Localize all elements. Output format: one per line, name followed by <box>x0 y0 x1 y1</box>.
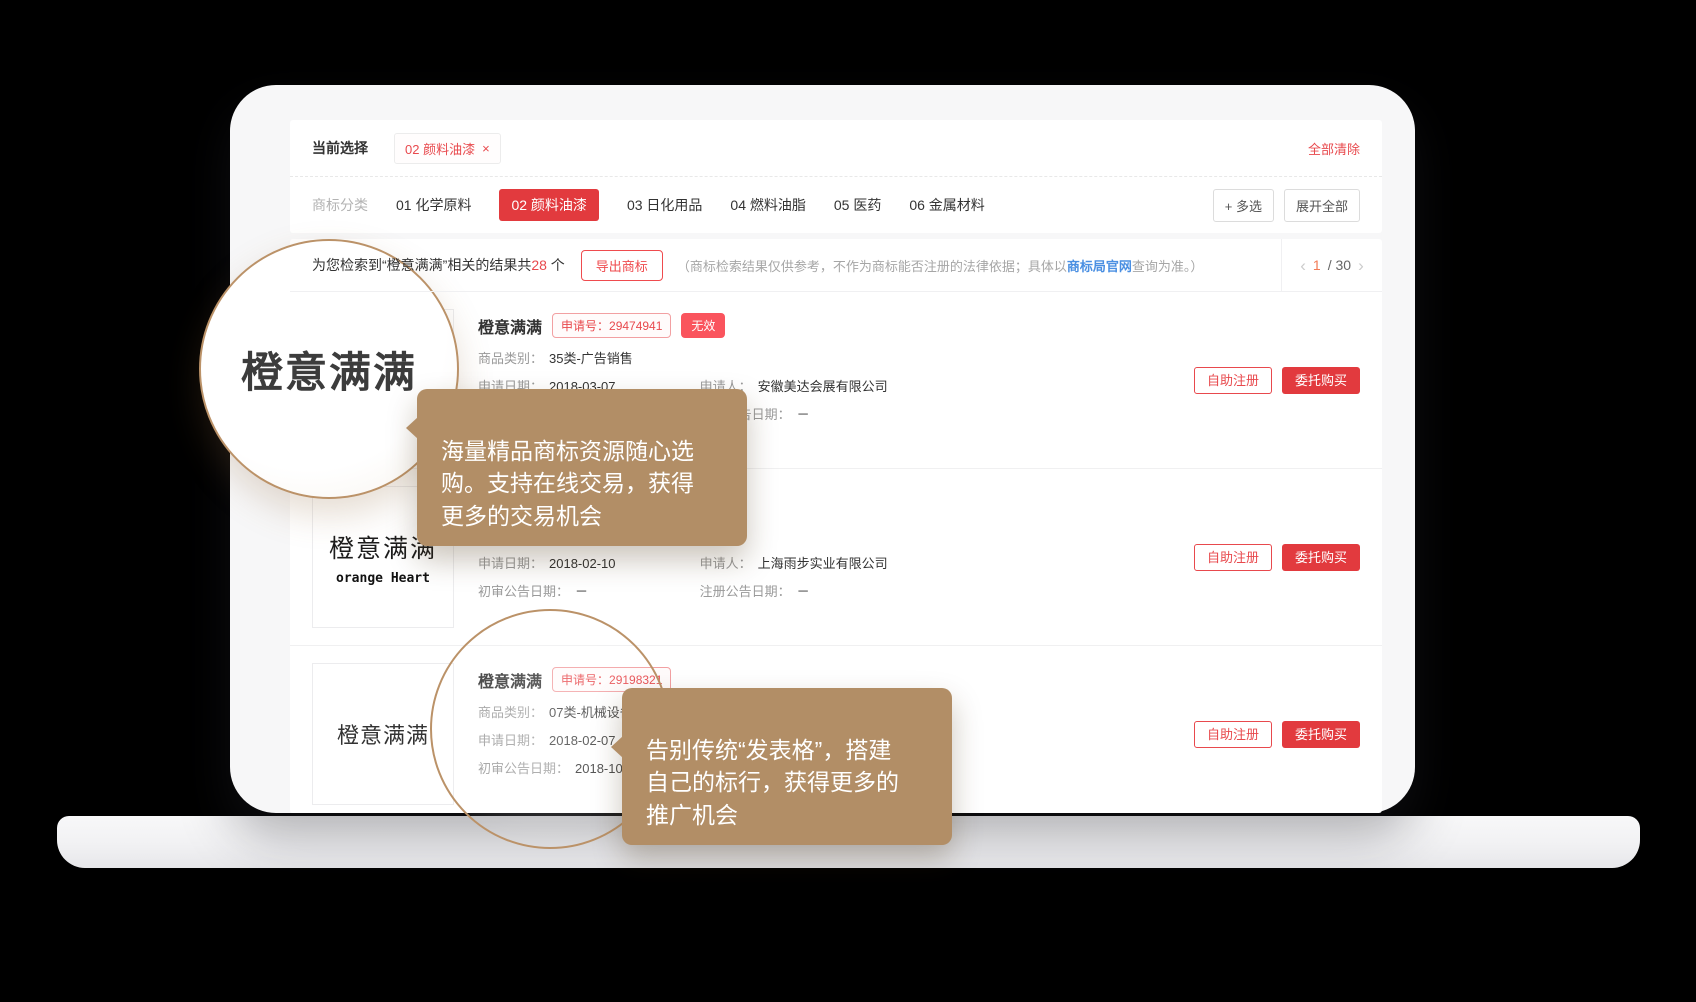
row-actions: 自助注册 委托购买 <box>1194 544 1360 571</box>
field-value: － <box>797 407 810 422</box>
thumbnail-subtext: orange Heart <box>336 571 430 586</box>
thumbnail-text: 橙意满满 <box>337 718 429 750</box>
field-value: 上海雨步实业有限公司 <box>758 556 888 571</box>
field-value: 2018-02-10 <box>549 556 616 571</box>
row-actions: 自助注册 委托购买 <box>1194 721 1360 748</box>
field-value: 35类-广告销售 <box>549 351 633 366</box>
tooltip-marketplace-text: 海量精品商标资源随心选 购。支持在线交易，获得 更多的交易机会 <box>441 438 694 528</box>
current-selection-row: 当前选择 02 颜料油漆 × 全部清除 <box>290 120 1382 176</box>
field-value: － <box>797 584 810 599</box>
page-prev-icon[interactable]: ‹ <box>1300 257 1306 274</box>
lens-trademark-text: 橙意满满 <box>241 339 417 400</box>
field-label: 初审公告日期： <box>478 584 569 599</box>
field-label: 注册公告日期： <box>700 584 791 599</box>
self-register-button[interactable]: 自助注册 <box>1194 367 1272 394</box>
tooltip-promotion-text: 告别传统“发表格”，搭建 自己的标行，获得更多的 推广机会 <box>646 737 899 827</box>
field-value: 安徽美达会展有限公司 <box>758 379 888 394</box>
category-row: 商标分类 01 化学原料 02 颜料油漆 03 日化用品 04 燃料油脂 05 … <box>290 177 1382 233</box>
tooltip-arrow <box>611 736 623 758</box>
self-register-button[interactable]: 自助注册 <box>1194 544 1272 571</box>
tooltip-marketplace: 海量精品商标资源随心选 购。支持在线交易，获得 更多的交易机会 <box>417 389 747 546</box>
disclaimer-text: （商标检索结果仅供参考，不作为商标能否注册的法律依据；具体以商标局官网查询为准。… <box>677 256 1281 275</box>
status-badge: 无效 <box>681 313 725 338</box>
page-current: 1 <box>1313 257 1321 273</box>
category-list: 01 化学原料 02 颜料油漆 03 日化用品 04 燃料油脂 05 医药 06… <box>396 189 985 221</box>
tooltip-promotion: 告别传统“发表格”，搭建 自己的标行，获得更多的 推广机会 <box>622 688 952 845</box>
screenshot-stage: 当前选择 02 颜料油漆 × 全部清除 商标分类 01 化学原料 02 颜料油漆… <box>0 0 1696 1002</box>
result-count: 28 <box>531 257 547 273</box>
page-next-icon[interactable]: › <box>1358 257 1364 274</box>
page-total: / 30 <box>1328 257 1351 273</box>
category-item-06[interactable]: 06 金属材料 <box>909 195 984 215</box>
trademark-office-link[interactable]: 商标局官网 <box>1067 259 1132 274</box>
row-actions: 自助注册 委托购买 <box>1194 367 1360 394</box>
category-tools: + 多选 展开全部 <box>1213 189 1360 222</box>
search-summary: 为您检索到“橙意满满”相关的结果共28 个 <box>312 255 565 275</box>
entrust-buy-button[interactable]: 委托购买 <box>1282 544 1360 571</box>
application-number-badge: 申请号：29474941 <box>552 313 671 338</box>
category-item-04[interactable]: 04 燃料油脂 <box>730 195 805 215</box>
multi-select-button[interactable]: + 多选 <box>1213 189 1274 222</box>
selected-filter-chip[interactable]: 02 颜料油漆 × <box>394 133 501 164</box>
results-header: 为您检索到“橙意满满”相关的结果共28 个 导出商标 （商标检索结果仅供参考，不… <box>290 239 1382 292</box>
field-label: 商品类别： <box>478 351 543 366</box>
disclaimer-pre: （商标检索结果仅供参考，不作为商标能否注册的法律依据；具体以 <box>677 259 1067 274</box>
entrust-buy-button[interactable]: 委托购买 <box>1282 367 1360 394</box>
export-trademark-button[interactable]: 导出商标 <box>581 250 663 281</box>
category-item-01[interactable]: 01 化学原料 <box>396 195 471 215</box>
category-item-02-active[interactable]: 02 颜料油漆 <box>499 189 598 221</box>
disclaimer-post: 查询为准。） <box>1132 259 1204 274</box>
entrust-buy-button[interactable]: 委托购买 <box>1282 721 1360 748</box>
self-register-button[interactable]: 自助注册 <box>1194 721 1272 748</box>
trademark-name: 橙意满满 <box>478 314 542 338</box>
category-row-label: 商标分类 <box>312 195 368 215</box>
field-label: 申请日期： <box>478 556 543 571</box>
clear-all-button[interactable]: 全部清除 <box>1308 139 1360 158</box>
field-value: － <box>575 584 588 599</box>
expand-all-button[interactable]: 展开全部 <box>1284 189 1360 222</box>
field-label: 申请人： <box>700 556 752 571</box>
tooltip-arrow <box>406 417 418 439</box>
pagination: ‹ 1 / 30 › <box>1281 239 1382 291</box>
category-item-05[interactable]: 05 医药 <box>834 195 881 215</box>
category-item-03[interactable]: 03 日化用品 <box>627 195 702 215</box>
search-summary-text: 为您检索到“橙意满满”相关的结果共 <box>312 257 531 273</box>
close-icon[interactable]: × <box>482 141 490 156</box>
current-selection-label: 当前选择 <box>312 138 368 158</box>
selected-filter-chip-label: 02 颜料油漆 <box>405 139 475 158</box>
result-unit: 个 <box>551 257 565 273</box>
filter-card: 当前选择 02 颜料油漆 × 全部清除 商标分类 01 化学原料 02 颜料油漆… <box>290 120 1382 233</box>
